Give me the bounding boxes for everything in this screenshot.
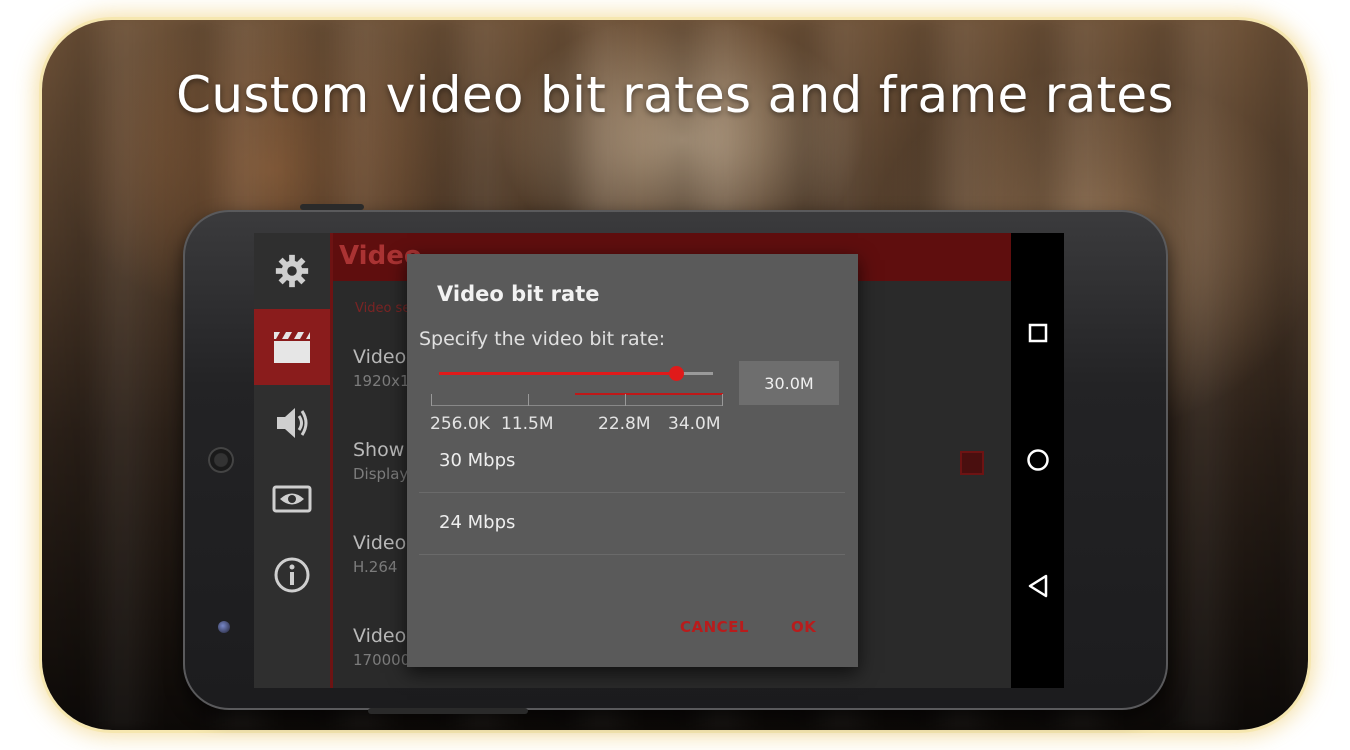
recents-button[interactable] [1011,313,1064,353]
pref-video-encoder[interactable]: Video H.264 [353,532,406,576]
bitrate-dialog: Video bit rate Specify the video bit rat… [407,254,858,667]
option-label: 24 Mbps [439,512,516,533]
clapperboard-icon [274,332,310,363]
pref-summary: 1920x1 [353,372,410,390]
pref-title: Video [353,625,407,647]
recents-square-icon [1028,323,1047,343]
rail-item-video[interactable] [254,309,330,385]
tick-baseline [431,405,723,406]
tick-mark [431,394,432,406]
back-triangle-icon [1028,574,1047,598]
rail-item-audio[interactable] [254,385,330,461]
cancel-button[interactable]: CANCEL [680,618,749,636]
pref-title: Video [353,346,407,368]
pref-video-resolution[interactable]: Video 1920x1 [353,346,410,390]
tick-mark [625,394,626,406]
option-label: 30 Mbps [439,450,516,471]
bitrate-slider[interactable] [439,366,713,381]
phone-camera [218,621,230,633]
pref-show-info[interactable]: Show Display [353,439,408,483]
gear-icon [275,254,309,288]
slider-fill [439,372,676,375]
back-button[interactable] [1011,566,1064,606]
rail-item-preview[interactable] [254,461,330,537]
android-navbar [1011,233,1064,688]
pref-summary: H.264 [353,558,398,576]
slider-thumb[interactable] [668,366,684,381]
rail-item-about[interactable] [254,537,330,613]
info-icon [274,557,310,593]
phone-volume-button [300,204,364,210]
pref-show-checkbox[interactable] [960,451,984,475]
bitrate-option[interactable]: 30 Mbps [419,432,845,493]
tick-mark [528,394,529,406]
tick-highlight [575,393,723,395]
tick-label: 11.5M [501,414,554,434]
pref-summary: 170000 [353,651,411,669]
home-circle-icon [1026,449,1049,471]
tick-label: 256.0K [430,414,490,434]
dialog-title: Video bit rate [437,282,600,306]
pref-summary: Display [353,465,409,483]
tick-label: 22.8M [598,414,651,434]
rail-item-general[interactable] [254,233,330,309]
speaker-icon [277,408,308,438]
pref-title: Show [353,439,405,461]
settings-category-label: Video se [355,301,411,316]
bitrate-value-button[interactable]: 30.0M [739,361,839,405]
tick-mark [722,394,723,406]
phone-speaker [208,447,234,473]
bitrate-option[interactable]: 24 Mbps [419,494,845,555]
tick-label: 34.0M [668,414,721,434]
promo-headline: Custom video bit rates and frame rates [176,66,1174,124]
home-button[interactable] [1011,440,1064,480]
ok-button[interactable]: OK [791,618,816,636]
eye-icon [272,485,312,513]
settings-category-rail [254,233,333,688]
phone-power-button [368,708,528,714]
pref-title: Video [353,532,407,554]
dialog-message: Specify the video bit rate: [419,328,666,350]
pref-video-bitrate[interactable]: Video 170000 [353,625,410,669]
